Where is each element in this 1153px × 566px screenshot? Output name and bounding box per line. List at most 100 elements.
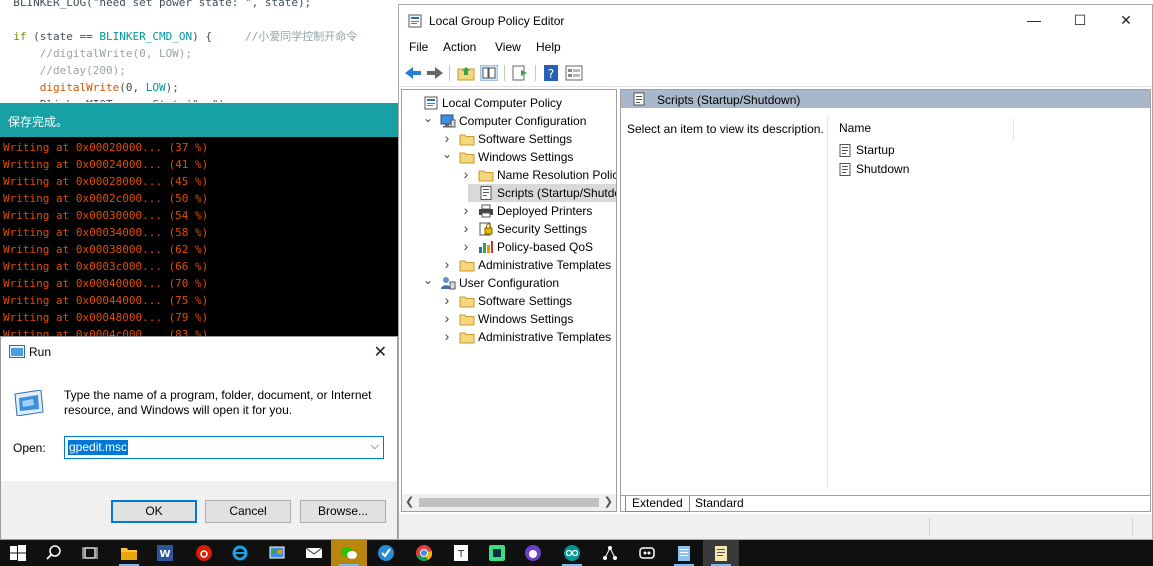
show-hide-tree-icon[interactable]: [480, 65, 498, 81]
tree-item-scripts-startup-shutdown[interactable]: Scripts (Startup/Shutdown): [468, 184, 616, 202]
tree-item-security-settings[interactable]: › Security Settings: [402, 220, 616, 238]
taskbar-task-view[interactable]: [72, 540, 108, 566]
tree-item-label: Windows Settings: [478, 312, 574, 326]
code-token: ) {: [192, 30, 246, 43]
menu-file[interactable]: File: [409, 40, 428, 54]
tree-item-computer-configuration[interactable]: ⌄ Computer Configuration: [402, 112, 616, 130]
taskbar-wechat[interactable]: [331, 540, 367, 566]
ide-console[interactable]: Writing at 0x00020000... (37 %) Writing a…: [0, 137, 400, 337]
expand-chevron-icon[interactable]: ›: [442, 256, 452, 273]
tree-item-name-resolution-policy[interactable]: › Name Resolution Policy: [402, 166, 616, 184]
expand-chevron-icon[interactable]: ›: [461, 202, 471, 219]
code-token: if: [0, 30, 27, 43]
taskbar-internet-explorer[interactable]: [222, 540, 258, 566]
taskbar-file-explorer[interactable]: [111, 540, 147, 566]
close-icon[interactable]: ✕: [1103, 9, 1149, 31]
taskbar-run-app[interactable]: [703, 540, 739, 566]
scrollbar-thumb[interactable]: [419, 498, 599, 507]
chevron-down-icon[interactable]: ⌵: [371, 440, 379, 453]
tree-item-policy-based-qos[interactable]: › Policy-based QoS: [402, 238, 616, 256]
taskbar-search[interactable]: [36, 540, 72, 566]
column-separator[interactable]: [1013, 118, 1014, 140]
column-header-name[interactable]: Name: [839, 121, 871, 135]
collapse-chevron-icon[interactable]: ⌄: [423, 112, 433, 124]
ok-button[interactable]: OK: [111, 500, 197, 523]
tree-item-software-settings[interactable]: › Software Settings: [402, 130, 616, 148]
tree-item-label: Policy-based QoS: [497, 240, 594, 254]
taskbar-notepad[interactable]: [666, 540, 702, 566]
expand-chevron-icon[interactable]: ›: [461, 220, 471, 237]
open-input-value[interactable]: gpedit.msc: [68, 440, 129, 455]
code-token: BLINKER_CMD_ON: [99, 30, 193, 43]
gpe-titlebar[interactable]: Local Group Policy Editor — ☐ ✕: [399, 5, 1152, 35]
help-icon[interactable]: ?: [542, 65, 560, 81]
minimize-icon[interactable]: —: [1011, 9, 1057, 31]
taskbar-github-desktop[interactable]: [515, 540, 551, 566]
tab-standard[interactable]: Standard: [689, 496, 750, 512]
console-line: Writing at 0x00024000... (41 %): [3, 158, 209, 171]
script-icon: [839, 144, 851, 157]
wechat-icon: [341, 545, 357, 561]
taskbar-vscode-blue[interactable]: [368, 540, 404, 566]
scroll-left-icon[interactable]: ❮: [405, 495, 414, 508]
tree-item-local-computer-policy[interactable]: Local Computer Policy: [402, 94, 616, 112]
collapse-chevron-icon[interactable]: ⌄: [423, 274, 433, 286]
back-arrow-icon[interactable]: [404, 65, 422, 81]
taskbar-vpn[interactable]: [629, 540, 665, 566]
maximize-icon[interactable]: ☐: [1057, 9, 1103, 31]
menu-action[interactable]: Action: [443, 40, 476, 54]
toolbar-separator: [535, 65, 536, 81]
code-editor[interactable]: BLINKER_LOG("need set power state: ", st…: [0, 0, 400, 102]
code-token: //delay(200);: [0, 64, 126, 77]
properties-view-icon[interactable]: [565, 65, 583, 81]
collapse-chevron-icon[interactable]: ⌄: [442, 148, 452, 160]
taskbar-netease-music[interactable]: [186, 540, 222, 566]
taskbar-chrome[interactable]: [406, 540, 442, 566]
expand-chevron-icon[interactable]: ›: [442, 292, 452, 309]
expand-chevron-icon[interactable]: ›: [442, 130, 452, 147]
tree-item-administrative-templates[interactable]: › Administrative Templates: [402, 256, 616, 274]
file-explorer-icon: [121, 545, 137, 561]
tree-item-windows-settings[interactable]: ⌄ Windows Settings: [402, 148, 616, 166]
taskbar-arduino[interactable]: [554, 540, 590, 566]
run-icon: [9, 345, 25, 358]
tree-item-windows-settings[interactable]: › Windows Settings: [402, 310, 616, 328]
up-folder-icon[interactable]: [457, 65, 475, 81]
taskbar-network[interactable]: [592, 540, 628, 566]
tree-item-user-configuration[interactable]: ⌄ User Configuration: [402, 274, 616, 292]
expand-chevron-icon[interactable]: ›: [442, 310, 452, 327]
menu-view[interactable]: View: [495, 40, 521, 54]
taskbar-android-studio[interactable]: [479, 540, 515, 566]
tree-item-deployed-printers[interactable]: › Deployed Printers: [402, 202, 616, 220]
script-icon: [633, 92, 645, 106]
menu-bar: File Action View Help: [399, 37, 1152, 59]
taskbar-windows-start[interactable]: [0, 540, 36, 566]
github-desktop-icon: [525, 545, 541, 561]
script-icon: [478, 186, 494, 200]
export-list-icon[interactable]: [511, 65, 529, 81]
taskbar-word[interactable]: W: [147, 540, 183, 566]
open-label: Open:: [13, 441, 46, 455]
scroll-right-icon[interactable]: ❯: [604, 495, 613, 508]
taskbar-control-panel[interactable]: [259, 540, 295, 566]
tab-extended[interactable]: Extended: [625, 496, 690, 512]
close-icon[interactable]: ✕: [374, 342, 387, 362]
tree-item-administrative-templates[interactable]: › Administrative Templates: [402, 328, 616, 346]
expand-chevron-icon[interactable]: ›: [461, 166, 471, 183]
forward-arrow-icon[interactable]: [426, 65, 444, 81]
console-line: Writing at 0x00020000... (37 %): [3, 141, 209, 154]
tree-item-software-settings[interactable]: › Software Settings: [402, 292, 616, 310]
expand-chevron-icon[interactable]: ›: [461, 238, 471, 255]
policy-tree[interactable]: Local Computer Policy ⌄ Computer Configura…: [401, 89, 617, 512]
task-view-icon: [82, 545, 98, 561]
taskbar-typora[interactable]: T: [443, 540, 479, 566]
vscode-blue-icon: [378, 545, 394, 561]
taskbar-mail[interactable]: [296, 540, 332, 566]
tree-horizontal-scrollbar[interactable]: ❮ ❯: [402, 494, 616, 511]
run-titlebar[interactable]: Run ✕: [1, 337, 397, 367]
open-combobox[interactable]: gpedit.msc ⌵: [64, 436, 384, 459]
expand-chevron-icon[interactable]: ›: [442, 328, 452, 345]
browse-button[interactable]: Browse...: [300, 500, 386, 523]
menu-help[interactable]: Help: [536, 40, 561, 54]
cancel-button[interactable]: Cancel: [205, 500, 291, 523]
